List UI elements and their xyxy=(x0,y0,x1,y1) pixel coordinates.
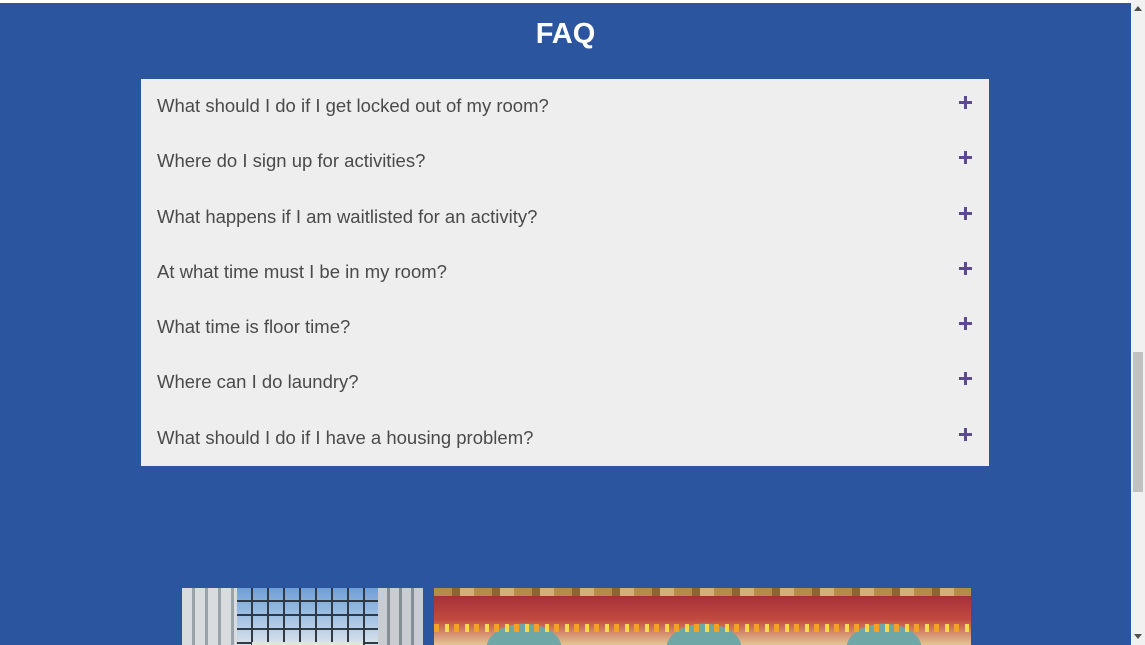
plus-icon[interactable] xyxy=(959,372,972,386)
plus-icon[interactable] xyxy=(959,206,972,220)
carousel-arches xyxy=(434,596,971,645)
faq-item[interactable]: Where do I sign up for activities? xyxy=(141,134,989,189)
faq-question: What happens if I am waitlisted for an a… xyxy=(157,205,538,227)
carousel-canopy-photo xyxy=(434,588,971,645)
faq-question: At what time must I be in my room? xyxy=(157,260,447,282)
scrollbar-thumb[interactable] xyxy=(1133,352,1143,492)
plus-icon[interactable] xyxy=(959,151,972,165)
glass-atrium xyxy=(237,588,378,645)
plus-icon[interactable] xyxy=(959,96,972,109)
building-atrium-photo xyxy=(182,588,423,645)
faq-question: Where can I do laundry? xyxy=(157,371,359,393)
plus-icon[interactable] xyxy=(959,317,972,331)
faq-item[interactable]: What should I do if I have a housing pro… xyxy=(141,411,989,466)
faq-question: Where do I sign up for activities? xyxy=(157,150,426,172)
building-wing-right xyxy=(378,588,423,645)
faq-item[interactable]: What happens if I am waitlisted for an a… xyxy=(141,190,989,245)
plus-icon[interactable] xyxy=(959,261,972,275)
faq-item[interactable]: Where can I do laundry? xyxy=(141,355,989,410)
faq-item[interactable]: What time is floor time? xyxy=(141,300,989,355)
scroll-down-icon[interactable] xyxy=(1134,634,1142,639)
faq-item[interactable]: What should I do if I get locked out of … xyxy=(141,79,989,134)
faq-question: What should I do if I have a housing pro… xyxy=(157,426,534,448)
faq-accordion: What should I do if I get locked out of … xyxy=(141,79,989,466)
scroll-up-icon[interactable] xyxy=(1134,6,1142,11)
page: FAQ What should I do if I get locked out… xyxy=(0,3,1131,645)
faq-question: What should I do if I get locked out of … xyxy=(157,95,549,116)
plus-icon[interactable] xyxy=(959,427,972,441)
carousel-lights xyxy=(434,624,971,632)
vertical-scrollbar[interactable] xyxy=(1131,0,1145,645)
faq-item[interactable]: At what time must I be in my room? xyxy=(141,245,989,300)
page-title: FAQ xyxy=(535,18,596,50)
faq-question: What time is floor time? xyxy=(157,316,351,338)
building-wing-left xyxy=(182,588,237,645)
